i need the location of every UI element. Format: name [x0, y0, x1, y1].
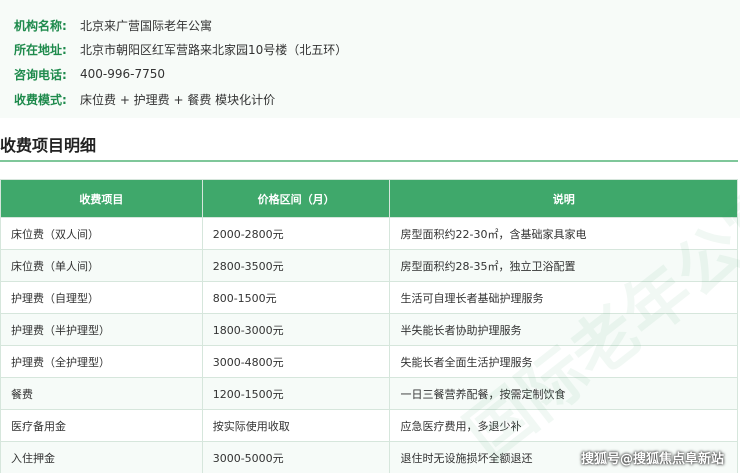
info-row-address: 所在地址: 北京市朝阳区红军营路来北家园10号楼（北五环） — [14, 38, 347, 60]
info-value: 北京来广营国际老年公寓 — [80, 18, 213, 33]
cell-item: 床位费（单人间） — [0, 249, 203, 282]
info-label: 咨询电话: — [14, 67, 67, 82]
header-price-range: 价格区间（月） — [201, 179, 391, 218]
table-row: 护理费（全护理型） 3000-4800元 失能长者全面生活护理服务 — [0, 345, 738, 378]
info-value: 北京市朝阳区红军营路来北家园10号楼（北五环） — [80, 42, 348, 57]
cell-price: 1800-3000元 — [201, 313, 391, 346]
cell-price: 3000-4800元 — [201, 345, 391, 378]
cell-item: 护理费（全护理型） — [0, 345, 203, 378]
info-row-pricing-mode: 收费模式: 床位费 + 护理费 + 餐费 模块化计价 — [14, 88, 275, 110]
info-value: 床位费 + 护理费 + 餐费 模块化计价 — [80, 92, 276, 107]
cell-desc: 一日三餐营养配餐，按需定制饮食 — [389, 377, 738, 410]
info-panel: 机构名称: 北京来广营国际老年公寓 所在地址: 北京市朝阳区红军营路来北家园10… — [0, 0, 740, 118]
table-row: 床位费（双人间） 2000-2800元 房型面积约22-30㎡，含基础家具家电 — [0, 217, 738, 250]
cell-item: 护理费（半护理型） — [0, 313, 203, 346]
fee-table: 收费项目 价格区间（月） 说明 床位费（双人间） 2000-2800元 房型面积… — [0, 179, 738, 473]
table-row: 护理费（半护理型） 1800-3000元 半失能长者协助护理服务 — [0, 313, 738, 346]
cell-desc: 房型面积约22-30㎡，含基础家具家电 — [389, 217, 738, 250]
cell-item: 医疗备用金 — [0, 409, 203, 442]
cell-price: 按实际使用收取 — [201, 409, 391, 442]
info-label: 收费模式: — [14, 92, 67, 107]
cell-desc: 房型面积约28-35㎡，独立卫浴配置 — [389, 249, 738, 282]
cell-desc: 生活可自理长者基础护理服务 — [389, 281, 738, 314]
cell-item: 入住押金 — [0, 441, 203, 473]
cell-price: 2800-3500元 — [201, 249, 391, 282]
info-row-phone: 咨询电话: 400-996-7750 — [14, 63, 165, 85]
table-row: 护理费（自理型） 800-1500元 生活可自理长者基础护理服务 — [0, 281, 738, 314]
section-divider — [0, 160, 738, 162]
section-title: 收费项目明细 — [0, 136, 97, 155]
cell-item: 护理费（自理型） — [0, 281, 203, 314]
table-header-row: 收费项目 价格区间（月） 说明 — [0, 179, 738, 218]
cell-price: 1200-1500元 — [201, 377, 391, 410]
cell-price: 800-1500元 — [201, 281, 391, 314]
cell-item: 床位费（双人间） — [0, 217, 203, 250]
info-label: 所在地址: — [14, 42, 67, 57]
cell-desc: 应急医疗费用，多退少补 — [389, 409, 738, 442]
cell-desc: 半失能长者协助护理服务 — [389, 313, 738, 346]
table-row: 医疗备用金 按实际使用收取 应急医疗费用，多退少补 — [0, 409, 738, 442]
info-row-name: 机构名称: 北京来广营国际老年公寓 — [14, 14, 212, 36]
cell-item: 餐费 — [0, 377, 203, 410]
header-fee-item: 收费项目 — [0, 179, 203, 218]
cell-desc: 失能长者全面生活护理服务 — [389, 345, 738, 378]
info-label: 机构名称: — [14, 18, 67, 33]
cell-price: 3000-5000元 — [201, 441, 391, 473]
info-value: 400-996-7750 — [80, 67, 166, 81]
table-row: 餐费 1200-1500元 一日三餐营养配餐，按需定制饮食 — [0, 377, 738, 410]
source-credit: 搜狐号@搜狐焦点阜新站 — [580, 452, 724, 467]
table-row: 床位费（单人间） 2800-3500元 房型面积约28-35㎡，独立卫浴配置 — [0, 249, 738, 282]
cell-price: 2000-2800元 — [201, 217, 391, 250]
header-description: 说明 — [389, 179, 738, 218]
